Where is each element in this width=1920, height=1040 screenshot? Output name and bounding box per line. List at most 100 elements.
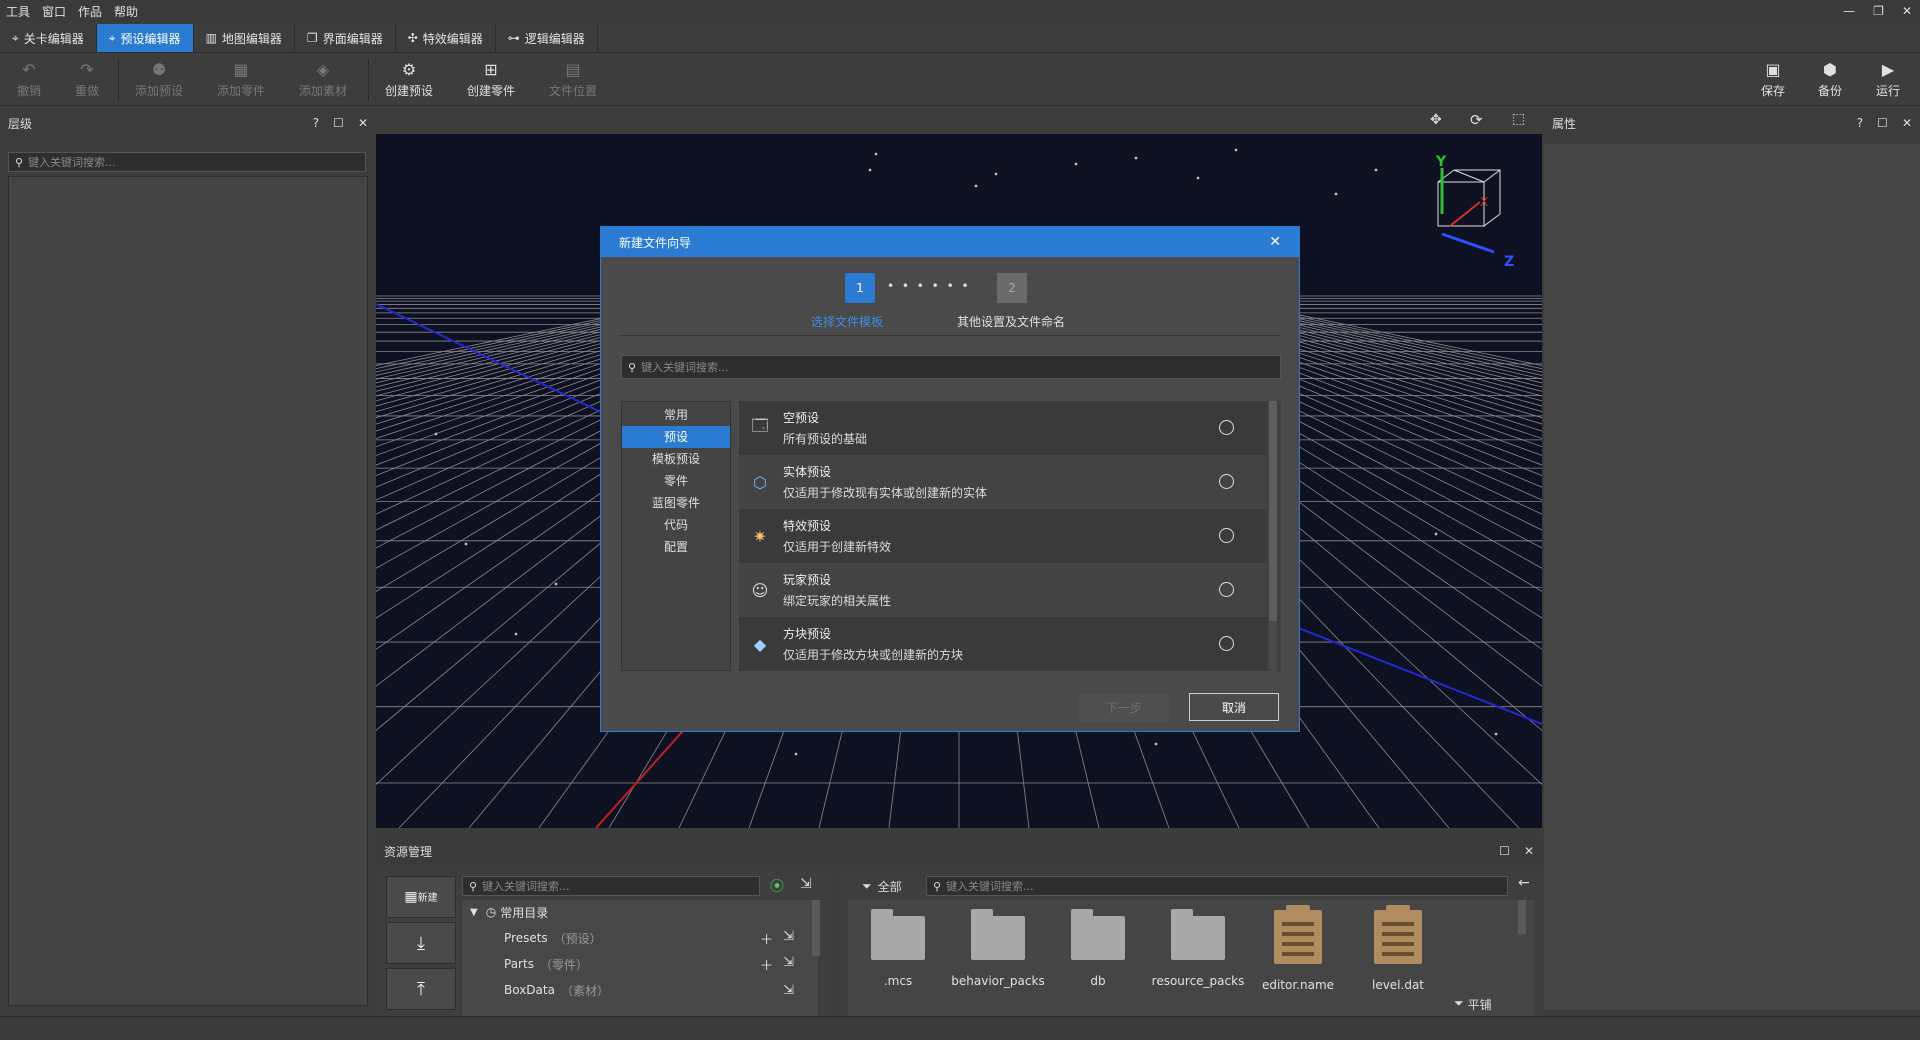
hierarchy-search-input[interactable]: ⚲ 键入关键词搜索... bbox=[8, 152, 366, 172]
template-radio[interactable] bbox=[1219, 582, 1234, 597]
create-preset-button[interactable]: ⚙ 创建预设 bbox=[374, 57, 444, 103]
close-icon[interactable]: ✕ bbox=[1524, 844, 1534, 858]
template-radio[interactable] bbox=[1219, 636, 1234, 651]
file-item[interactable]: editor.name bbox=[1248, 905, 1348, 992]
tree-item-presets[interactable]: Presets （预设） ＋ ⇲ bbox=[504, 926, 804, 950]
add-part-button[interactable]: ▦ 添加零件 bbox=[206, 57, 276, 103]
import-button[interactable]: ⤓ bbox=[386, 922, 456, 964]
maximize-icon[interactable]: ☐ bbox=[1877, 116, 1888, 130]
create-part-button[interactable]: ⊞ 创建零件 bbox=[456, 57, 526, 103]
template-item[interactable]: ⬡ 实体预设 仅适用于修改现有实体或创建新的实体 bbox=[739, 455, 1267, 509]
hierarchy-tree[interactable] bbox=[8, 176, 368, 1006]
tab-level-editor[interactable]: ⌖ 关卡编辑器 bbox=[0, 24, 97, 52]
category-common[interactable]: 常用 bbox=[622, 404, 730, 426]
orientation-gizmo[interactable]: Y X Z bbox=[1398, 154, 1528, 274]
step-1-indicator: 1 bbox=[845, 273, 875, 303]
effect-preset-icon: ✷ bbox=[753, 526, 767, 546]
close-icon[interactable]: ✕ bbox=[1902, 116, 1912, 130]
menu-help[interactable]: 帮助 bbox=[108, 3, 144, 20]
filter-all-button[interactable]: ⏷ 全部 bbox=[862, 878, 902, 895]
file-location-button[interactable]: ▤ 文件位置 bbox=[538, 57, 608, 103]
file-item[interactable]: behavior_packs bbox=[948, 909, 1048, 988]
menu-window[interactable]: 窗口 bbox=[36, 3, 72, 20]
tree-item-boxdata[interactable]: BoxData （素材） ⇲ bbox=[504, 978, 804, 1002]
redo-label: 重做 bbox=[74, 83, 99, 98]
category-template-preset[interactable]: 模板预设 bbox=[622, 448, 730, 470]
restore-icon[interactable]: ❐ bbox=[1873, 4, 1884, 18]
toolbar-divider bbox=[368, 59, 369, 101]
open-icon[interactable]: ⇲ bbox=[783, 983, 794, 998]
close-icon[interactable]: ✕ bbox=[358, 116, 368, 130]
redo-button[interactable]: ↷ 重做 bbox=[52, 57, 122, 103]
template-radio[interactable] bbox=[1219, 420, 1234, 435]
viewport-toolbar: ✥ ⟳ ⬚ bbox=[376, 108, 1542, 134]
tab-map-editor[interactable]: ▥ 地图编辑器 bbox=[194, 24, 295, 52]
category-blueprint-part[interactable]: 蓝图零件 bbox=[622, 492, 730, 514]
maximize-icon[interactable]: ☐ bbox=[333, 116, 344, 130]
file-item[interactable]: .mcs bbox=[848, 909, 948, 988]
template-item[interactable]: ☺ 玩家预设 绑定玩家的相关属性 bbox=[739, 563, 1267, 617]
category-part[interactable]: 零件 bbox=[622, 470, 730, 492]
file-item[interactable]: db bbox=[1048, 909, 1148, 988]
files-search-input[interactable]: ⚲ 键入关键词搜索... bbox=[926, 876, 1508, 896]
tab-label: 关卡编辑器 bbox=[23, 31, 84, 46]
category-preset[interactable]: 预设 bbox=[622, 426, 730, 448]
add-material-button[interactable]: ◈ 添加素材 bbox=[288, 57, 358, 103]
template-search-input[interactable]: ⚲ 键入关键词搜索... bbox=[621, 355, 1281, 379]
template-name: 方块预设 bbox=[783, 627, 832, 641]
tree-root-row[interactable]: ▼ ◷ 常用目录 bbox=[470, 900, 830, 924]
tab-logic-editor[interactable]: ⊶ 逻辑编辑器 bbox=[496, 24, 598, 52]
close-window-icon[interactable]: ✕ bbox=[1902, 4, 1912, 18]
folder-icon bbox=[871, 909, 925, 960]
directory-scrollbar[interactable] bbox=[812, 900, 820, 956]
maximize-icon[interactable]: ☐ bbox=[1499, 844, 1510, 858]
add-material-icon: ◈ bbox=[316, 59, 330, 79]
template-item[interactable]: ✷ 特效预设 仅适用于创建新特效 bbox=[739, 509, 1267, 563]
run-button[interactable]: ▶ 运行 bbox=[1853, 57, 1920, 103]
tab-ui-editor[interactable]: ❐ 界面编辑器 bbox=[295, 24, 396, 52]
play-icon: ▶ bbox=[1881, 59, 1895, 79]
rotate-icon[interactable]: ⟳ bbox=[1470, 111, 1483, 129]
tile-view-button[interactable]: ⏷ 平铺 bbox=[1454, 996, 1492, 1013]
search-placeholder: 键入关键词搜索... bbox=[28, 156, 116, 169]
menu-works[interactable]: 作品 bbox=[72, 3, 108, 20]
template-scrollbar[interactable] bbox=[1269, 401, 1277, 671]
template-radio[interactable] bbox=[1219, 528, 1234, 543]
template-radio[interactable] bbox=[1219, 474, 1234, 489]
close-icon[interactable]: ✕ bbox=[1269, 234, 1281, 250]
file-name: behavior_packs bbox=[951, 974, 1045, 988]
tree-item-parts[interactable]: Parts （零件） ＋ ⇲ bbox=[504, 952, 804, 976]
help-icon[interactable]: ? bbox=[313, 116, 319, 130]
asset-directory-section: ▦新建 ⤓ ⤒ ⚲ 键入关键词搜索... ⦿ ⇲ ▼ ◷ 常用目录 Preset… bbox=[376, 872, 832, 1016]
locate-icon[interactable]: ⦿ bbox=[770, 876, 784, 896]
minimize-icon[interactable]: — bbox=[1843, 4, 1855, 18]
add-preset-button[interactable]: ⚉ 添加预设 bbox=[124, 57, 194, 103]
file-item[interactable]: level.dat bbox=[1348, 905, 1448, 992]
new-folder-button[interactable]: ▦新建 bbox=[386, 876, 456, 918]
collapse-icon[interactable]: ⇲ bbox=[800, 876, 812, 892]
category-code[interactable]: 代码 bbox=[622, 514, 730, 536]
panel-title: 资源管理 bbox=[384, 844, 433, 859]
open-icon[interactable]: ⇲ bbox=[783, 929, 794, 948]
help-icon[interactable]: ? bbox=[1857, 116, 1863, 130]
open-icon[interactable]: ⇲ bbox=[783, 955, 794, 974]
template-item[interactable]: 🗔 空预设 所有预设的基础 bbox=[739, 401, 1267, 455]
tab-label: 界面编辑器 bbox=[322, 31, 383, 46]
add-icon[interactable]: ＋ bbox=[760, 929, 773, 948]
menu-tools[interactable]: 工具 bbox=[0, 3, 36, 20]
tab-effect-editor[interactable]: ✣ 特效编辑器 bbox=[396, 24, 496, 52]
move-icon[interactable]: ✥ bbox=[1430, 112, 1442, 128]
export-button[interactable]: ⤒ bbox=[386, 968, 456, 1010]
scale-icon[interactable]: ⬚ bbox=[1512, 111, 1525, 127]
file-item[interactable]: resource_packs bbox=[1148, 909, 1248, 988]
template-item[interactable]: ◆ 方块预设 仅适用于修改方块或创建新的方块 bbox=[739, 617, 1267, 671]
directory-search-input[interactable]: ⚲ 键入关键词搜索... bbox=[462, 876, 760, 896]
files-scrollbar[interactable] bbox=[1518, 900, 1526, 934]
cancel-button[interactable]: 取消 bbox=[1189, 693, 1279, 721]
tab-preset-editor[interactable]: ⌖ 预设编辑器 bbox=[96, 24, 194, 52]
asset-manager-panel: 资源管理 ☐ ✕ ▦新建 ⤓ ⤒ ⚲ 键入关键词搜索... ⦿ ⇲ ▼ ◷ 常用… bbox=[376, 838, 1542, 1016]
category-config[interactable]: 配置 bbox=[622, 536, 730, 558]
add-icon[interactable]: ＋ bbox=[760, 955, 773, 974]
back-arrow-icon[interactable]: ← bbox=[1518, 875, 1530, 891]
next-button[interactable]: 下一步 bbox=[1079, 693, 1169, 721]
